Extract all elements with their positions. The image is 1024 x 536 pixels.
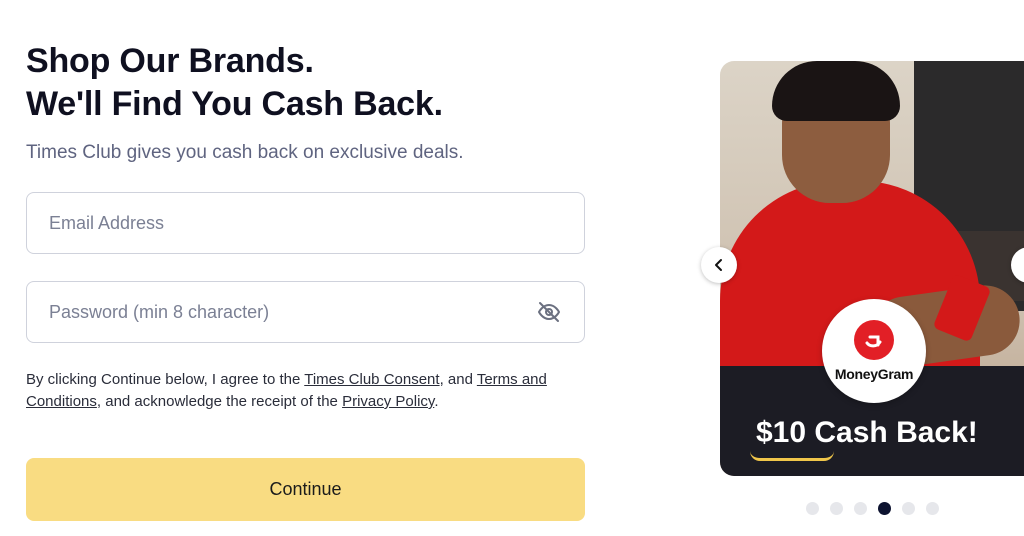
carousel-dot[interactable] (854, 502, 867, 515)
email-input[interactable] (49, 193, 562, 253)
continue-button[interactable]: Continue (26, 458, 585, 521)
consent-middle: , and (439, 371, 477, 388)
privacy-policy-link[interactable]: Privacy Policy (342, 393, 434, 410)
moneygram-logo-icon (854, 320, 894, 360)
headline-line-1: Shop Our Brands. (26, 42, 314, 80)
subtitle: Times Club gives you cash back on exclus… (26, 142, 464, 163)
offer-underline (750, 451, 834, 461)
carousel-dot[interactable] (902, 502, 915, 515)
hero-text: Shop Our Brands. We'll Find You Cash Bac… (26, 40, 586, 164)
person-hair (772, 61, 900, 121)
carousel-prev-button[interactable] (701, 247, 737, 283)
times-club-consent-link[interactable]: Times Club Consent (304, 371, 439, 388)
email-field[interactable] (26, 192, 585, 254)
password-field[interactable] (26, 281, 585, 343)
consent-after-terms: , and acknowledge the receipt of the (96, 393, 343, 410)
headline-line-2: We'll Find You Cash Back. (26, 85, 443, 123)
brand-name: MoneyGram (834, 366, 914, 382)
page-title: Shop Our Brands. We'll Find You Cash Bac… (26, 40, 586, 126)
brand-logo: MoneyGram (822, 299, 926, 403)
promo-slide[interactable]: MoneyGram $10 Cash Back! (720, 61, 1024, 476)
eye-off-icon[interactable] (536, 299, 562, 325)
carousel-dot[interactable] (806, 502, 819, 515)
consent-prefix: By clicking Continue below, I agree to t… (26, 371, 305, 388)
password-input[interactable] (49, 282, 536, 342)
carousel-pagination (806, 502, 939, 515)
promo-carousel: MoneyGram $10 Cash Back! (720, 61, 1024, 476)
offer-text: $10 Cash Back! (756, 416, 978, 449)
consent-suffix: . (434, 393, 439, 410)
carousel-dot-active[interactable] (878, 502, 891, 515)
carousel-dot[interactable] (926, 502, 939, 515)
chevron-left-icon (715, 259, 722, 271)
consent-text: By clicking Continue below, I agree to t… (26, 369, 586, 413)
carousel-dot[interactable] (830, 502, 843, 515)
